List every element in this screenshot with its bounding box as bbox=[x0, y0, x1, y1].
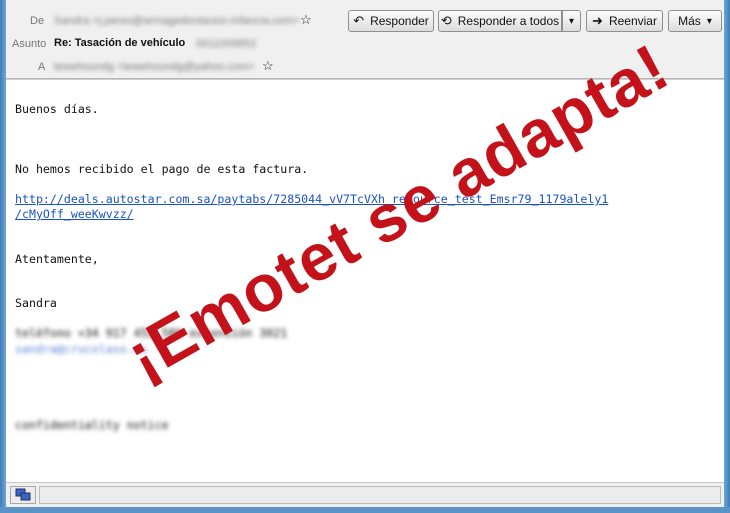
reply-arrow-icon: ↶ bbox=[353, 13, 365, 28]
to-value[interactable]: tewehoundg <tewehoundg@yahoo.com> bbox=[54, 61, 255, 73]
reply-button[interactable]: ↶ Responder bbox=[348, 10, 434, 32]
more-label: Más bbox=[678, 14, 701, 28]
closing-text: Atentamente, bbox=[15, 252, 99, 266]
phishing-link-continuation[interactable]: /cMyOff_weeKwvzz/ bbox=[15, 207, 134, 221]
star-icon[interactable]: ☆ bbox=[262, 58, 274, 74]
reply-label: Responder bbox=[370, 14, 429, 28]
signature-name: Sandra bbox=[15, 296, 57, 310]
reply-all-arrow-icon: ⟲ bbox=[440, 13, 452, 28]
network-status-icon[interactable] bbox=[10, 486, 36, 504]
subject-suffix: 0011009852 bbox=[196, 38, 257, 50]
chevron-down-icon: ▾ bbox=[568, 15, 575, 27]
subject-label: Asunto bbox=[12, 38, 47, 50]
body-line: No hemos recibido el pago de esta factur… bbox=[15, 162, 309, 176]
greeting-text: Buenos días. bbox=[15, 102, 99, 116]
forward-arrow-icon: ➜ bbox=[592, 13, 603, 28]
email-window: De Sandra <j.peres@armagedonlacion-infan… bbox=[0, 0, 730, 513]
more-button[interactable]: Más ▾ bbox=[668, 10, 722, 32]
from-label: De bbox=[30, 15, 45, 27]
subject-value: Re: Tasación de vehículo bbox=[54, 37, 186, 49]
forward-button[interactable]: ➜ Reenviar bbox=[586, 10, 663, 32]
window-frame-bottom bbox=[0, 507, 730, 513]
signature-footer-blurred: confidentiality notice bbox=[15, 418, 169, 432]
status-bar bbox=[6, 482, 724, 508]
reply-all-dropdown[interactable]: ▾ bbox=[562, 10, 581, 32]
watermark-overlay: ¡Emotet se adapta! bbox=[114, 29, 681, 394]
message-body[interactable]: Buenos días. No hemos recibido el pago d… bbox=[6, 29, 724, 482]
reply-all-label: Responder a todos bbox=[457, 14, 560, 28]
to-label: A bbox=[38, 61, 46, 73]
forward-label: Reenviar bbox=[608, 14, 657, 28]
status-panel bbox=[39, 486, 721, 504]
window-frame-right bbox=[724, 0, 730, 513]
chevron-down-icon: ▾ bbox=[706, 15, 712, 27]
reply-all-button[interactable]: ⟲ Responder a todos bbox=[438, 10, 562, 32]
phishing-link[interactable]: http://deals.autostar.com.sa/paytabs/728… bbox=[15, 192, 608, 206]
star-icon[interactable]: ☆ bbox=[300, 12, 312, 28]
from-value[interactable]: Sandra <j.peres@armagedonlacion-infancia… bbox=[54, 15, 299, 27]
